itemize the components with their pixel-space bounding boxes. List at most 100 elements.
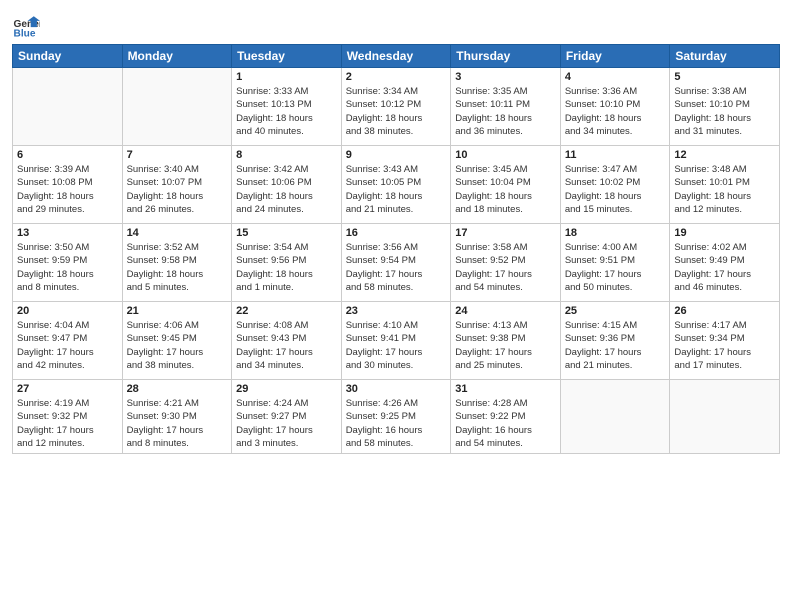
calendar-cell: 25 Sunrise: 4:15 AM Sunset: 9:36 PM Dayli… <box>560 302 670 380</box>
day-number: 15 <box>236 227 337 239</box>
day-info: Sunrise: 3:35 AM Sunset: 10:11 PM Daylig… <box>455 85 556 138</box>
calendar-cell: 12 Sunrise: 3:48 AM Sunset: 10:01 PM Dayl… <box>670 146 780 224</box>
calendar-cell: 21 Sunrise: 4:06 AM Sunset: 9:45 PM Dayli… <box>122 302 232 380</box>
day-info: Sunrise: 4:19 AM Sunset: 9:32 PM Dayligh… <box>17 397 118 450</box>
day-number: 16 <box>346 227 447 239</box>
day-info: Sunrise: 4:26 AM Sunset: 9:25 PM Dayligh… <box>346 397 447 450</box>
calendar-week-2: 6Sunrise: 3:39 AM Sunset: 10:08 PM Dayli… <box>13 146 780 224</box>
calendar-cell: 29 Sunrise: 4:24 AM Sunset: 9:27 PM Dayli… <box>232 380 342 454</box>
day-number: 18 <box>565 227 666 239</box>
calendar-week-3: 13Sunrise: 3:50 AM Sunset: 9:59 PM Dayli… <box>13 224 780 302</box>
day-number: 26 <box>674 305 775 317</box>
day-info: Sunrise: 4:00 AM Sunset: 9:51 PM Dayligh… <box>565 241 666 294</box>
day-info: Sunrise: 3:39 AM Sunset: 10:08 PM Daylig… <box>17 163 118 216</box>
day-info: Sunrise: 4:04 AM Sunset: 9:47 PM Dayligh… <box>17 319 118 372</box>
calendar-cell: 27 Sunrise: 4:19 AM Sunset: 9:32 PM Dayli… <box>13 380 123 454</box>
logo-icon: General Blue <box>12 10 40 38</box>
logo: General Blue <box>12 10 44 38</box>
day-info: Sunrise: 4:02 AM Sunset: 9:49 PM Dayligh… <box>674 241 775 294</box>
calendar-cell: 18 Sunrise: 4:00 AM Sunset: 9:51 PM Dayli… <box>560 224 670 302</box>
day-number: 7 <box>127 149 228 161</box>
day-info: Sunrise: 4:15 AM Sunset: 9:36 PM Dayligh… <box>565 319 666 372</box>
calendar-cell: 6Sunrise: 3:39 AM Sunset: 10:08 PM Dayli… <box>13 146 123 224</box>
col-header-monday: Monday <box>122 45 232 68</box>
calendar-cell: 8Sunrise: 3:42 AM Sunset: 10:06 PM Dayli… <box>232 146 342 224</box>
day-info: Sunrise: 3:33 AM Sunset: 10:13 PM Daylig… <box>236 85 337 138</box>
calendar-table: SundayMondayTuesdayWednesdayThursdayFrid… <box>12 44 780 454</box>
svg-text:Blue: Blue <box>14 28 36 38</box>
calendar-cell: 20 Sunrise: 4:04 AM Sunset: 9:47 PM Dayli… <box>13 302 123 380</box>
day-number: 20 <box>17 305 118 317</box>
day-info: Sunrise: 3:36 AM Sunset: 10:10 PM Daylig… <box>565 85 666 138</box>
day-info: Sunrise: 4:17 AM Sunset: 9:34 PM Dayligh… <box>674 319 775 372</box>
day-info: Sunrise: 3:43 AM Sunset: 10:05 PM Daylig… <box>346 163 447 216</box>
day-number: 3 <box>455 71 556 83</box>
day-number: 19 <box>674 227 775 239</box>
day-info: Sunrise: 3:56 AM Sunset: 9:54 PM Dayligh… <box>346 241 447 294</box>
calendar-header-row: SundayMondayTuesdayWednesdayThursdayFrid… <box>13 45 780 68</box>
day-info: Sunrise: 3:34 AM Sunset: 10:12 PM Daylig… <box>346 85 447 138</box>
day-info: Sunrise: 4:10 AM Sunset: 9:41 PM Dayligh… <box>346 319 447 372</box>
day-number: 28 <box>127 383 228 395</box>
day-info: Sunrise: 4:24 AM Sunset: 9:27 PM Dayligh… <box>236 397 337 450</box>
day-info: Sunrise: 3:54 AM Sunset: 9:56 PM Dayligh… <box>236 241 337 294</box>
calendar-cell: 15 Sunrise: 3:54 AM Sunset: 9:56 PM Dayli… <box>232 224 342 302</box>
calendar-cell: 31 Sunrise: 4:28 AM Sunset: 9:22 PM Dayli… <box>451 380 561 454</box>
col-header-wednesday: Wednesday <box>341 45 451 68</box>
day-info: Sunrise: 3:40 AM Sunset: 10:07 PM Daylig… <box>127 163 228 216</box>
calendar-cell: 16 Sunrise: 3:56 AM Sunset: 9:54 PM Dayli… <box>341 224 451 302</box>
day-number: 14 <box>127 227 228 239</box>
calendar-cell: 13Sunrise: 3:50 AM Sunset: 9:59 PM Dayli… <box>13 224 123 302</box>
page: General Blue SundayMondayTuesdayWednesda… <box>0 0 792 612</box>
calendar-cell <box>13 68 123 146</box>
day-info: Sunrise: 3:38 AM Sunset: 10:10 PM Daylig… <box>674 85 775 138</box>
day-info: Sunrise: 3:45 AM Sunset: 10:04 PM Daylig… <box>455 163 556 216</box>
calendar-cell: 11Sunrise: 3:47 AM Sunset: 10:02 PM Dayl… <box>560 146 670 224</box>
col-header-sunday: Sunday <box>13 45 123 68</box>
day-number: 12 <box>674 149 775 161</box>
calendar-cell: 17Sunrise: 3:58 AM Sunset: 9:52 PM Dayli… <box>451 224 561 302</box>
day-info: Sunrise: 4:06 AM Sunset: 9:45 PM Dayligh… <box>127 319 228 372</box>
calendar-cell: 28Sunrise: 4:21 AM Sunset: 9:30 PM Dayli… <box>122 380 232 454</box>
day-number: 25 <box>565 305 666 317</box>
day-info: Sunrise: 3:58 AM Sunset: 9:52 PM Dayligh… <box>455 241 556 294</box>
col-header-friday: Friday <box>560 45 670 68</box>
calendar-cell: 24 Sunrise: 4:13 AM Sunset: 9:38 PM Dayli… <box>451 302 561 380</box>
day-number: 21 <box>127 305 228 317</box>
day-number: 4 <box>565 71 666 83</box>
day-number: 8 <box>236 149 337 161</box>
calendar-cell: 4 Sunrise: 3:36 AM Sunset: 10:10 PM Dayli… <box>560 68 670 146</box>
calendar-cell: 14 Sunrise: 3:52 AM Sunset: 9:58 PM Dayli… <box>122 224 232 302</box>
day-number: 22 <box>236 305 337 317</box>
day-info: Sunrise: 4:13 AM Sunset: 9:38 PM Dayligh… <box>455 319 556 372</box>
day-number: 2 <box>346 71 447 83</box>
col-header-tuesday: Tuesday <box>232 45 342 68</box>
calendar-cell: 22 Sunrise: 4:08 AM Sunset: 9:43 PM Dayli… <box>232 302 342 380</box>
day-number: 1 <box>236 71 337 83</box>
day-info: Sunrise: 3:50 AM Sunset: 9:59 PM Dayligh… <box>17 241 118 294</box>
day-info: Sunrise: 4:28 AM Sunset: 9:22 PM Dayligh… <box>455 397 556 450</box>
col-header-thursday: Thursday <box>451 45 561 68</box>
day-number: 10 <box>455 149 556 161</box>
day-number: 29 <box>236 383 337 395</box>
day-number: 24 <box>455 305 556 317</box>
day-info: Sunrise: 4:08 AM Sunset: 9:43 PM Dayligh… <box>236 319 337 372</box>
day-number: 31 <box>455 383 556 395</box>
day-info: Sunrise: 3:48 AM Sunset: 10:01 PM Daylig… <box>674 163 775 216</box>
calendar-week-4: 20 Sunrise: 4:04 AM Sunset: 9:47 PM Dayli… <box>13 302 780 380</box>
header: General Blue <box>12 10 780 38</box>
day-number: 5 <box>674 71 775 83</box>
calendar-cell <box>122 68 232 146</box>
day-info: Sunrise: 3:52 AM Sunset: 9:58 PM Dayligh… <box>127 241 228 294</box>
calendar-cell: 19 Sunrise: 4:02 AM Sunset: 9:49 PM Dayli… <box>670 224 780 302</box>
day-number: 27 <box>17 383 118 395</box>
calendar-cell: 10 Sunrise: 3:45 AM Sunset: 10:04 PM Dayl… <box>451 146 561 224</box>
calendar-cell: 23Sunrise: 4:10 AM Sunset: 9:41 PM Dayli… <box>341 302 451 380</box>
day-number: 11 <box>565 149 666 161</box>
calendar-cell: 2 Sunrise: 3:34 AM Sunset: 10:12 PM Dayli… <box>341 68 451 146</box>
calendar-week-1: 1 Sunrise: 3:33 AM Sunset: 10:13 PM Dayli… <box>13 68 780 146</box>
calendar-cell: 9Sunrise: 3:43 AM Sunset: 10:05 PM Dayli… <box>341 146 451 224</box>
calendar-cell: 5 Sunrise: 3:38 AM Sunset: 10:10 PM Dayli… <box>670 68 780 146</box>
calendar-cell: 3 Sunrise: 3:35 AM Sunset: 10:11 PM Dayli… <box>451 68 561 146</box>
day-number: 30 <box>346 383 447 395</box>
